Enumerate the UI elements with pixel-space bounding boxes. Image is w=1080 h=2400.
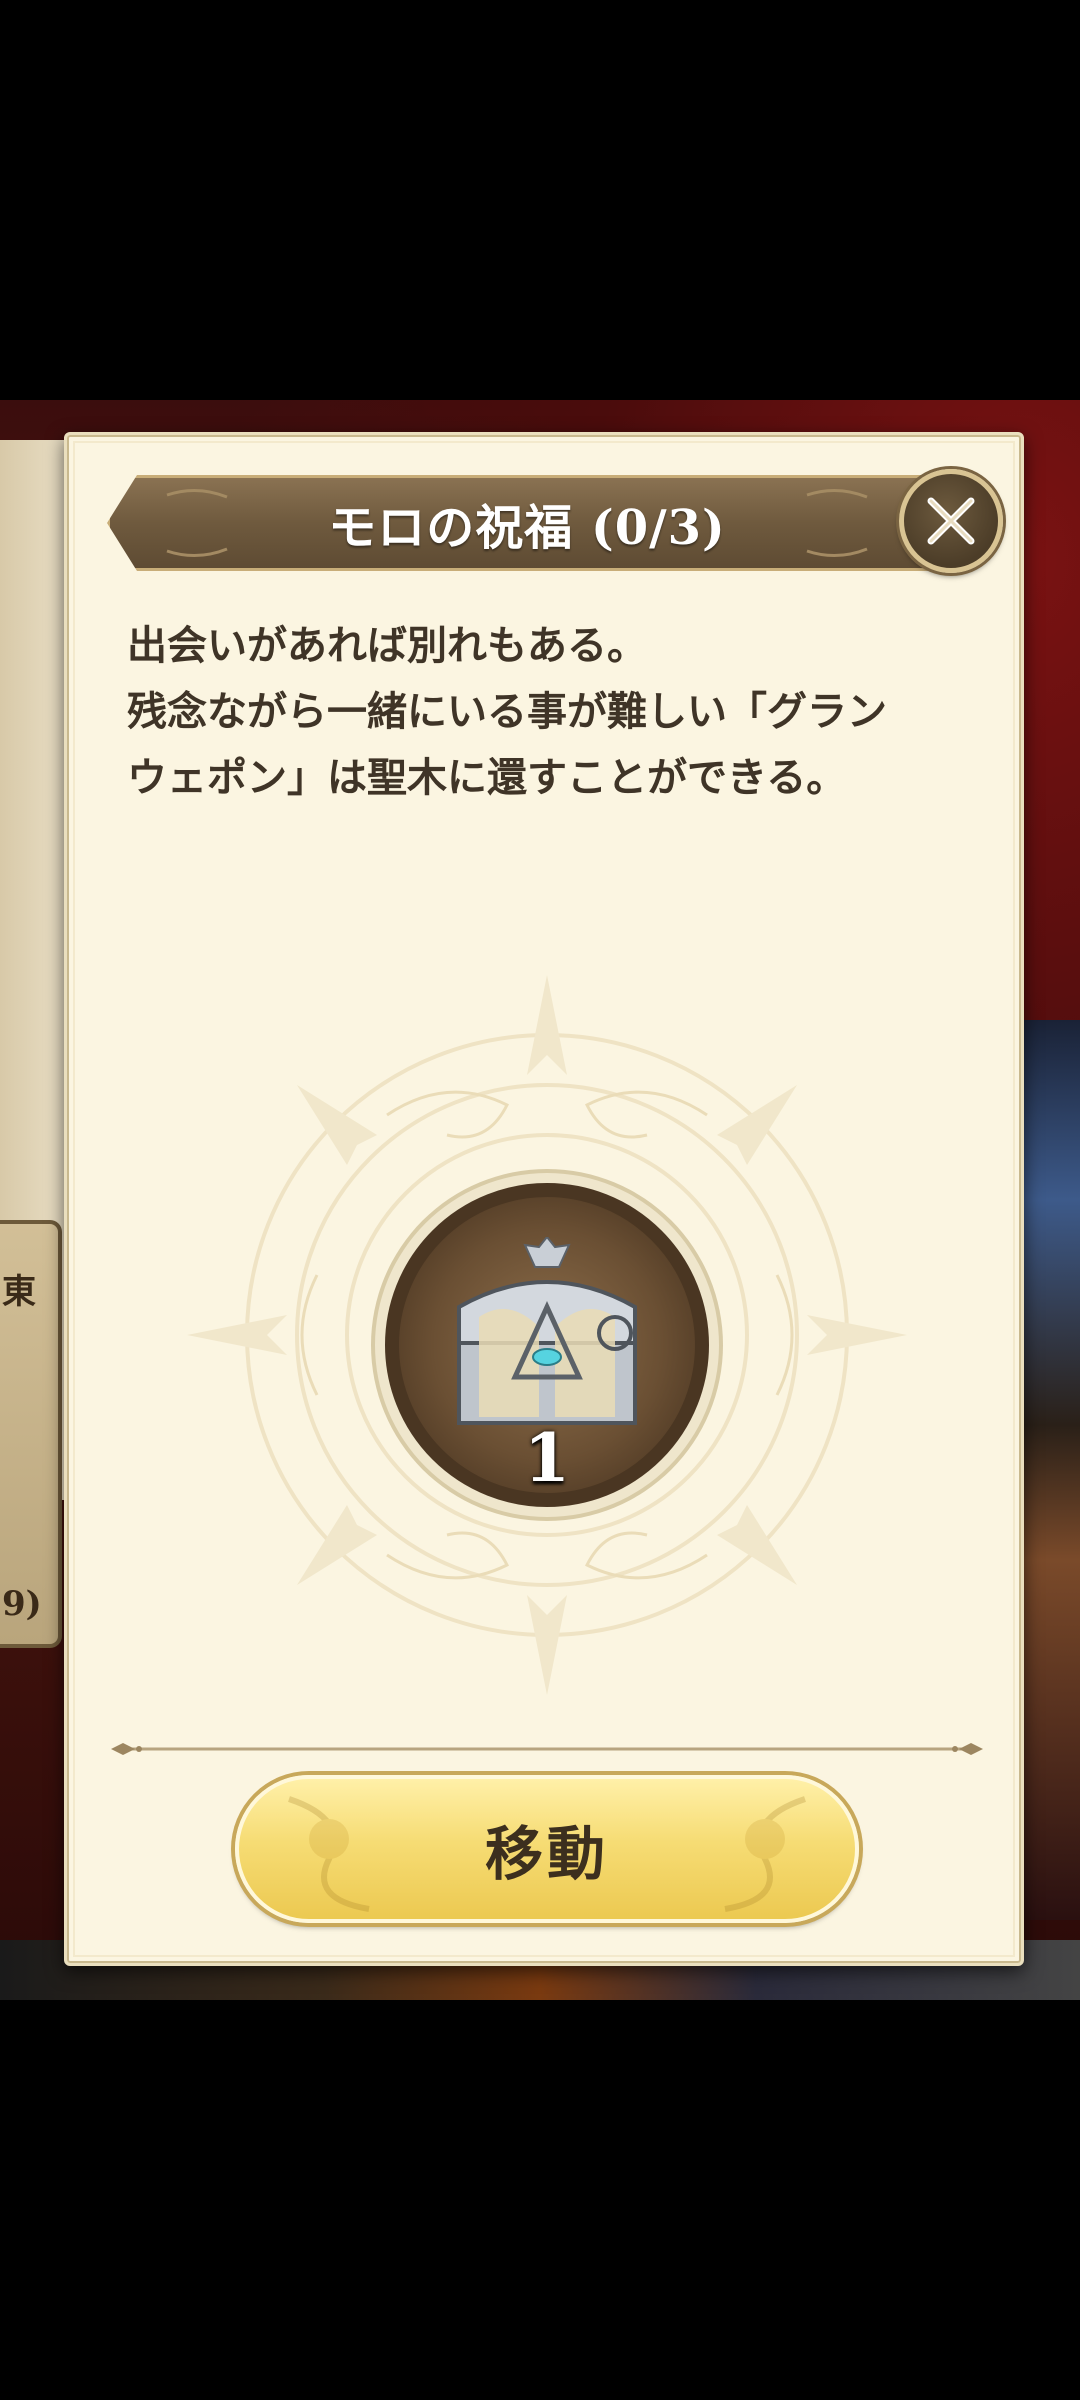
title-banner: モロの祝福 (0/3) <box>107 475 947 571</box>
treasure-chest-icon <box>457 1237 637 1425</box>
item-count: 1 <box>524 1419 570 1497</box>
background-left-card: 東 9) <box>0 1220 62 1648</box>
button-ornament-right <box>724 1796 806 1912</box>
close-button[interactable] <box>899 469 1003 573</box>
blessing-dialog: モロの祝福 (0/3) 出会いがあれば別れもある。 残念ながら一緒にいる事が難し… <box>64 432 1024 1966</box>
description-line: ウェポン」は聖木に還すことができる。 <box>127 755 847 801</box>
move-button[interactable]: 移動 <box>235 1775 859 1923</box>
dialog-title: モロの祝福 (0/3) <box>328 500 726 556</box>
screen: 東 9) モロの祝福 (0/3) 出会いがあれば別れもある。 残念ながら一緒にい… <box>0 0 1080 2400</box>
background-card-text: 9) <box>2 1584 42 1624</box>
background-character-art <box>1020 1020 1080 1920</box>
divider-line <box>111 1743 983 1755</box>
description-line: 残念ながら一緒にいる事が難しい「グラン <box>127 689 887 735</box>
close-icon <box>927 497 975 545</box>
item-slot[interactable]: 1 <box>385 1183 709 1507</box>
button-ornament-left <box>288 1796 370 1912</box>
move-button-label: 移動 <box>484 1820 609 1888</box>
background-card-text: 東 <box>2 1272 36 1312</box>
dialog-description: 出会いがあれば別れもある。 残念ながら一緒にいる事が難しい「グラン ウェポン」は… <box>127 613 987 811</box>
description-line: 出会いがあれば別れもある。 <box>127 623 647 669</box>
